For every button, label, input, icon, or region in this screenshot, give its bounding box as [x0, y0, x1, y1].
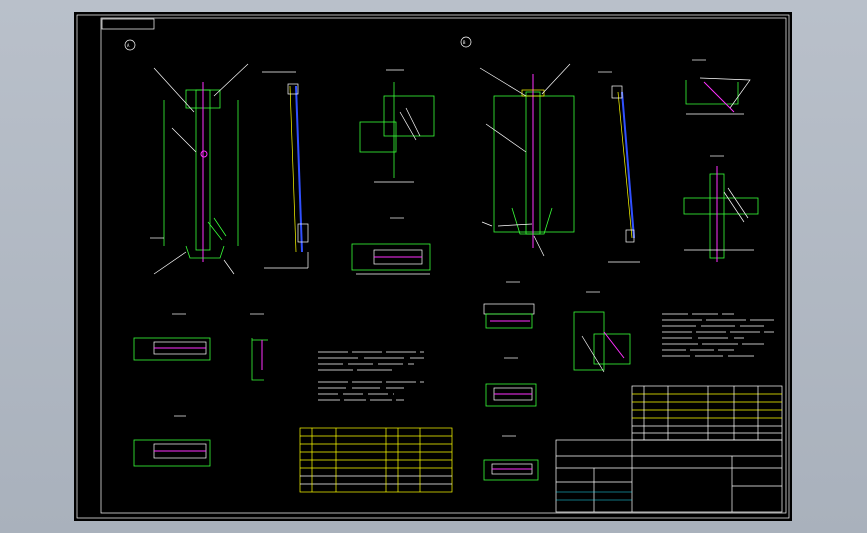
detail-top-center [360, 70, 434, 182]
detail-angle-right [574, 292, 630, 372]
drawing-sheet[interactable]: A [74, 12, 792, 521]
notes-block-1 [318, 352, 424, 400]
title-block [556, 440, 782, 512]
detail-top-right [686, 60, 750, 114]
svg-text:A: A [127, 43, 130, 48]
detail-plate-center [352, 218, 430, 274]
svg-text:B: B [463, 40, 466, 45]
parts-table-1 [300, 428, 452, 492]
model-space-viewport[interactable]: A [0, 0, 867, 533]
detail-plate-mid-2 [486, 358, 536, 406]
project-label-box [102, 19, 154, 29]
outer-frame [77, 15, 789, 518]
detail-mid-right [684, 156, 758, 262]
view-b-marker: B [461, 37, 471, 47]
detail-plate-left-1 [134, 314, 210, 360]
view-b-main-column [480, 64, 574, 256]
view-a-marker: A [125, 40, 135, 50]
detail-angle-left [250, 314, 268, 380]
parts-table-2 [632, 386, 782, 440]
view-b-section-bar [598, 72, 640, 262]
detail-plate-mid-3 [484, 436, 538, 480]
detail-plate-mid-1 [484, 282, 534, 328]
notes-block-2 [662, 314, 774, 356]
cad-drawing[interactable]: A [74, 12, 792, 521]
inner-frame [101, 18, 786, 513]
view-a-main-column [150, 64, 248, 274]
view-a-section-bar [262, 72, 308, 268]
detail-plate-left-2 [134, 416, 210, 466]
